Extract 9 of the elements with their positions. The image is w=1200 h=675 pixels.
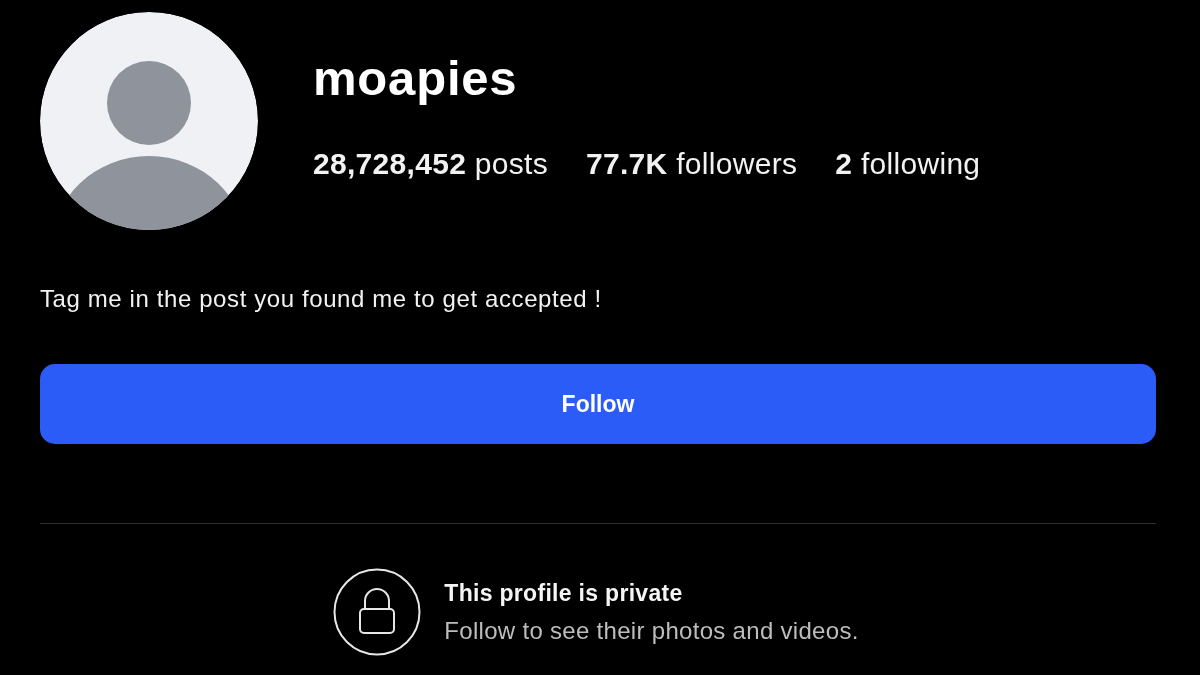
lock-icon [333, 568, 422, 656]
profile-bio: Tag me in the post you found me to get accepted ! [40, 285, 603, 313]
profile-stat[interactable]: 28,728,452 posts [313, 147, 548, 181]
avatar-silhouette-icon [40, 12, 258, 230]
follow-button[interactable]: Follow [40, 364, 1156, 444]
private-title: This profile is private [444, 578, 684, 607]
profile-stat[interactable]: 2 following [835, 147, 981, 181]
profile-stat[interactable]: 77.7K followers [586, 147, 798, 181]
private-subtitle: Follow to see their photos and videos. [444, 615, 859, 646]
